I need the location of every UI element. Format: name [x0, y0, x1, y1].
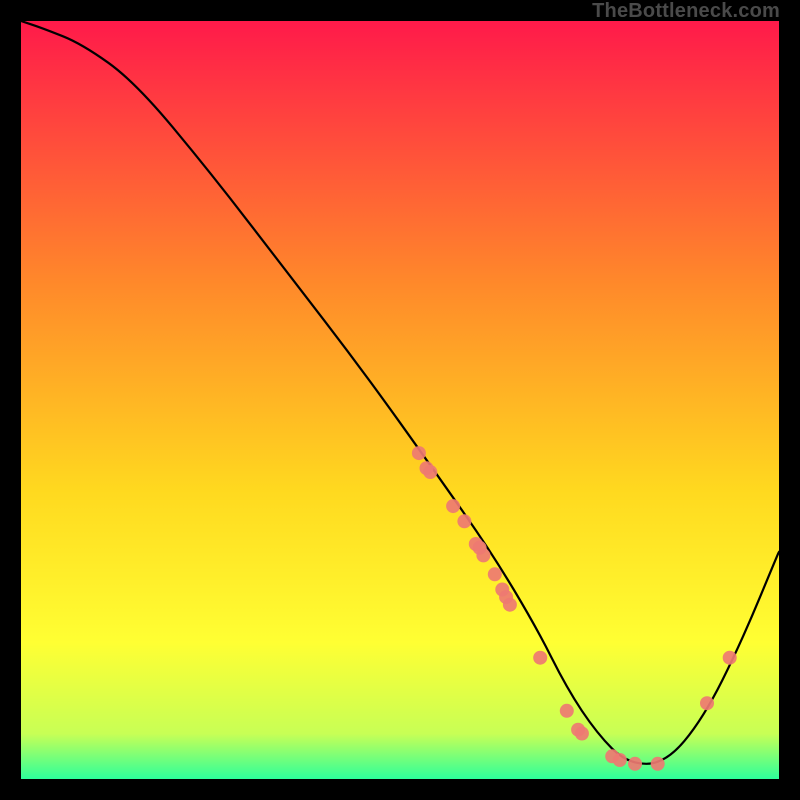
data-marker: [560, 704, 574, 718]
data-marker: [457, 514, 471, 528]
data-marker: [503, 598, 517, 612]
data-marker: [723, 651, 737, 665]
data-marker: [412, 446, 426, 460]
gradient-background: [21, 21, 779, 779]
data-marker: [651, 757, 665, 771]
data-marker: [700, 696, 714, 710]
data-marker: [628, 757, 642, 771]
data-marker: [446, 499, 460, 513]
data-marker: [533, 651, 547, 665]
bottleneck-chart: [21, 21, 779, 779]
data-marker: [476, 548, 490, 562]
chart-frame: [21, 21, 779, 779]
data-marker: [575, 727, 589, 741]
data-marker: [488, 567, 502, 581]
data-marker: [613, 753, 627, 767]
watermark-text: TheBottleneck.com: [592, 0, 780, 23]
data-marker: [423, 465, 437, 479]
